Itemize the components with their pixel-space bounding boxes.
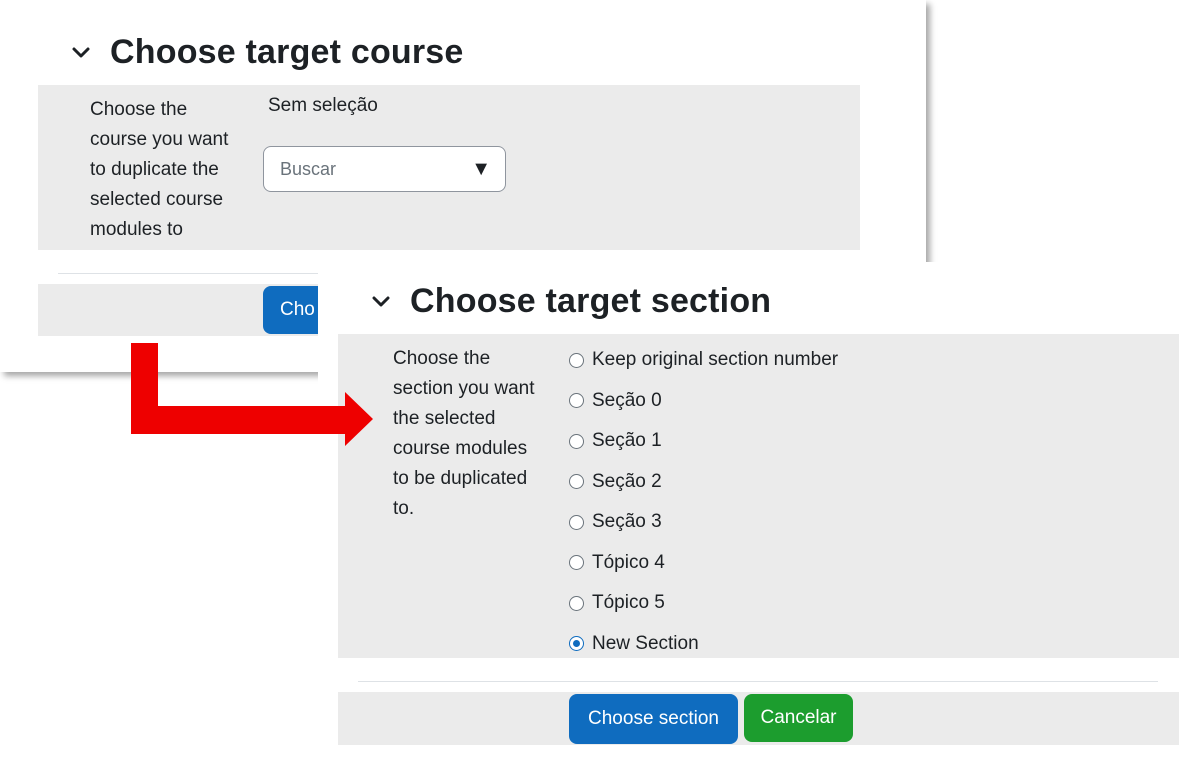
option-label: Tópico 5 <box>592 592 665 614</box>
choose-section-button[interactable]: Choose section <box>569 694 738 744</box>
search-placeholder: Buscar <box>280 158 337 179</box>
course-search-select[interactable]: Buscar ▼ <box>263 146 506 192</box>
course-heading-text: Choose target course <box>110 33 464 71</box>
course-description: Choose the course you want to duplicate … <box>90 99 229 240</box>
section-option-row[interactable]: Tópico 4 <box>569 543 838 584</box>
option-label: Seção 0 <box>592 389 662 411</box>
section-radio-group: Keep original section number Seção 0 Seç… <box>569 340 838 664</box>
section-option-row[interactable]: Seção 2 <box>569 462 838 503</box>
section-description: Choose the section you want the selected… <box>393 348 535 519</box>
radio-button[interactable] <box>569 514 584 530</box>
radio-button[interactable] <box>569 555 584 571</box>
chevron-down-icon[interactable] <box>70 42 92 64</box>
section-heading[interactable]: Choose target section <box>370 282 771 321</box>
section-option-row[interactable]: Seção 0 <box>569 381 838 422</box>
radio-button[interactable] <box>569 474 584 490</box>
radio-button[interactable] <box>569 393 584 409</box>
section-option-row[interactable]: New Section <box>569 624 838 665</box>
divider <box>358 681 1158 682</box>
dropdown-caret-icon[interactable]: ▼ <box>471 158 491 181</box>
option-label: Seção 1 <box>592 430 662 452</box>
option-label: Seção 3 <box>592 511 662 533</box>
choose-target-section-panel: Choose target section Choose the section… <box>318 262 1189 760</box>
section-option-row[interactable]: Tópico 5 <box>569 583 838 624</box>
course-form-row: Choose the course you want to duplicate … <box>38 85 860 250</box>
radio-button[interactable] <box>569 433 584 449</box>
cancel-button[interactable]: Cancelar <box>744 694 853 742</box>
radio-button[interactable] <box>569 636 584 652</box>
radio-button[interactable] <box>569 352 584 368</box>
option-label: Tópico 4 <box>592 551 665 573</box>
course-heading[interactable]: Choose target course <box>70 33 464 72</box>
section-option-row[interactable]: Seção 1 <box>569 421 838 462</box>
section-heading-text: Choose target section <box>410 282 772 320</box>
selection-status: Sem seleção <box>268 95 378 116</box>
section-form-row: Choose the section you want the selected… <box>338 334 1179 658</box>
section-option-row[interactable]: Seção 3 <box>569 502 838 543</box>
chevron-down-icon[interactable] <box>370 291 392 313</box>
option-label: Seção 2 <box>592 470 662 492</box>
radio-button[interactable] <box>569 595 584 611</box>
option-label: New Section <box>592 632 699 654</box>
section-option-row[interactable]: Keep original section number <box>569 340 838 381</box>
option-label: Keep original section number <box>592 349 839 371</box>
section-button-row: Choose section Cancelar <box>338 692 1179 745</box>
